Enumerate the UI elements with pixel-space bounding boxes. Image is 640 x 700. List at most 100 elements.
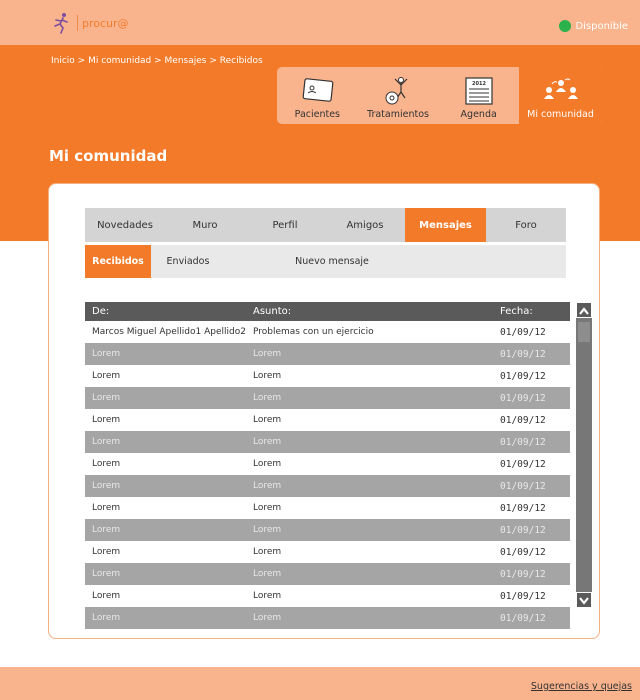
chevron-down-icon [579,597,589,605]
nav-label: Mi comunidad [527,109,594,120]
table-row[interactable]: Lorem Lorem 01/09/12 [85,607,570,629]
breadcrumb[interactable]: Inicio > Mi comunidad > Mensajes > Recib… [51,56,263,66]
nav-label: Tratamientos [367,109,429,120]
table-row[interactable]: Marcos Miguel Apellido1 Apellido2 Problem… [85,321,570,343]
runner-icon [54,13,68,34]
nav-tratamientos[interactable]: Tratamientos [358,67,439,124]
patient-card-icon [302,78,334,102]
treatment-icon [385,77,408,105]
logo-text: procur@ [82,16,129,30]
cell-subject: Lorem [253,415,282,425]
subtab-enviados[interactable]: Enviados [151,245,225,278]
cell-date: 01/09/12 [500,480,546,492]
cell-subject: Lorem [253,591,282,601]
scroll-down-button[interactable] [576,592,592,608]
cell-subject: Lorem [253,525,282,535]
cell-subject: Lorem [253,393,282,403]
cell-from: Lorem [92,503,121,513]
table-row[interactable]: Lorem Lorem 01/09/12 [85,453,570,475]
message-subtabs: Recibidos Enviados Nuevo mensaje [85,245,566,278]
cell-date: 01/09/12 [500,502,546,514]
cell-subject: Lorem [253,349,282,359]
tab-foro[interactable]: Foro [486,208,566,242]
cell-subject: Lorem [253,613,282,623]
suggestions-link[interactable]: Sugerencias y quejas [531,681,632,692]
calendar-icon: 2012 [465,77,493,105]
tab-mensajes[interactable]: Mensajes [405,208,486,242]
cell-from: Lorem [92,415,121,425]
table-row[interactable]: Lorem Lorem 01/09/12 [85,343,570,365]
cell-from: Lorem [92,393,121,403]
top-bar: procur@ Disponible [0,0,640,45]
nav-mi-comunidad[interactable]: Mi comunidad [519,67,602,124]
cell-date: 01/09/12 [500,370,546,382]
main-nav: Pacientes Tratamientos 2012 Agenda Mi co… [277,67,602,124]
cell-date: 01/09/12 [500,392,546,404]
cell-date: 01/09/12 [500,458,546,470]
cell-date: 01/09/12 [500,436,546,448]
cell-date: 01/09/12 [500,414,546,426]
table-row[interactable]: Lorem Lorem 01/09/12 [85,497,570,519]
scroll-thumb[interactable] [578,322,590,342]
cell-from: Lorem [92,525,121,535]
chevron-up-icon [579,307,589,315]
tab-perfil[interactable]: Perfil [245,208,325,242]
cell-from: Lorem [92,613,121,623]
cell-subject: Lorem [253,547,282,557]
scroll-up-button[interactable] [576,302,592,318]
nav-pacientes[interactable]: Pacientes [277,67,358,124]
cell-subject: Lorem [253,481,282,491]
table-row[interactable]: Lorem Lorem 01/09/12 [85,563,570,585]
cell-subject: Problemas con un ejercicio [253,327,374,337]
svg-text:2012: 2012 [472,81,486,87]
cell-from: Lorem [92,481,121,491]
cell-date: 01/09/12 [500,348,546,360]
cell-from: Lorem [92,437,121,447]
table-row[interactable]: Lorem Lorem 01/09/12 [85,431,570,453]
cell-subject: Lorem [253,371,282,381]
tab-amigos[interactable]: Amigos [325,208,405,242]
community-icon [543,78,578,99]
table-row[interactable]: Lorem Lorem 01/09/12 [85,365,570,387]
new-message-button[interactable]: Nuevo mensaje [225,245,439,278]
cell-subject: Lorem [253,503,282,513]
cell-subject: Lorem [253,437,282,447]
cell-date: 01/09/12 [500,612,546,624]
messages-table: De: Asunto: Fecha: Marcos Miguel Apellid… [85,302,570,629]
table-row[interactable]: Lorem Lorem 01/09/12 [85,585,570,607]
cell-from: Lorem [92,569,121,579]
table-row[interactable]: Lorem Lorem 01/09/12 [85,409,570,431]
tab-muro[interactable]: Muro [165,208,245,242]
table-row[interactable]: Lorem Lorem 01/09/12 [85,387,570,409]
cell-subject: Lorem [253,459,282,469]
page-title: Mi comunidad [49,147,168,165]
table-scrollbar[interactable] [576,302,592,608]
nav-label: Agenda [460,109,497,120]
logo[interactable]: procur@ [51,12,129,34]
cell-from: Lorem [92,371,121,381]
cell-date: 01/09/12 [500,590,546,602]
cell-date: 01/09/12 [500,546,546,558]
cell-from: Lorem [92,349,121,359]
tab-novedades[interactable]: Novedades [85,208,165,242]
column-header-subject: Asunto: [253,306,292,317]
cell-from: Lorem [92,459,121,469]
footer: Sugerencias y quejas [0,667,640,700]
subtab-recibidos[interactable]: Recibidos [85,245,151,278]
table-row[interactable]: Lorem Lorem 01/09/12 [85,475,570,497]
section-tabs: Novedades Muro Perfil Amigos Mensajes Fo… [85,208,566,242]
nav-label: Pacientes [294,109,341,120]
table-row[interactable]: Lorem Lorem 01/09/12 [85,519,570,541]
table-header: De: Asunto: Fecha: [85,302,570,321]
table-row[interactable]: Lorem Lorem 01/09/12 [85,541,570,563]
column-header-date: Fecha: [500,306,533,317]
cell-from: Marcos Miguel Apellido1 Apellido2 [92,327,246,337]
status-indicator[interactable]: Disponible [559,20,628,32]
status-dot-icon [559,20,572,32]
nav-agenda[interactable]: 2012 Agenda [438,67,519,124]
status-label: Disponible [575,20,628,32]
cell-date: 01/09/12 [500,568,546,580]
cell-date: 01/09/12 [500,524,546,536]
column-header-from: De: [92,306,110,317]
logo-separator [77,15,78,31]
